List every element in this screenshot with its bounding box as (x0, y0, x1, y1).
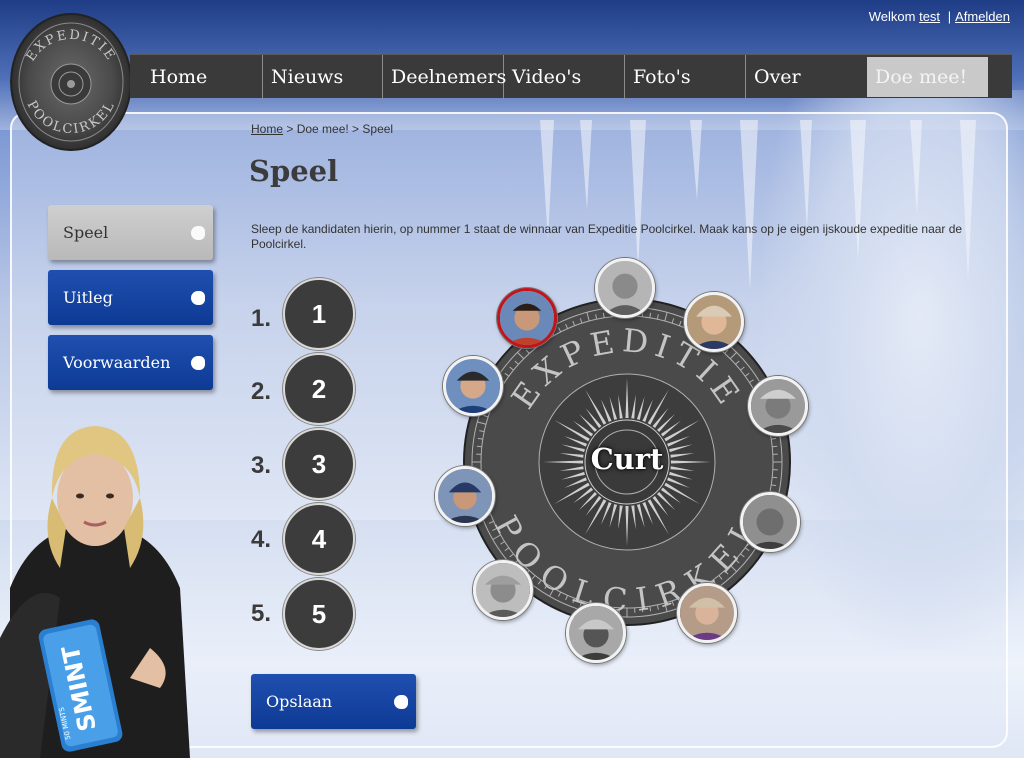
rank-slot-5[interactable]: 5 (283, 578, 355, 650)
page-title: Speel (249, 154, 339, 188)
breadcrumb: Home > Doe mee! > Speel (251, 122, 393, 136)
rank-number-1: 1. (251, 305, 272, 332)
rank-slot-4[interactable]: 4 (283, 503, 355, 575)
side-menu-uitleg-label: Uitleg (63, 288, 113, 307)
arrow-icon (394, 694, 408, 709)
candidate-1[interactable] (595, 258, 655, 318)
save-button-label: Opslaan (266, 692, 333, 711)
arrow-icon (191, 355, 205, 370)
username-link[interactable]: test (919, 9, 940, 24)
save-button[interactable]: Opslaan (251, 674, 416, 729)
logout-link[interactable]: Afmelden (955, 9, 1010, 24)
breadcrumb-trail: > Doe mee! > Speel (283, 122, 394, 136)
candidate-7[interactable] (473, 560, 533, 620)
main-nav: Home Nieuws Deelnemers Video's Foto's Ov… (130, 54, 1012, 99)
candidate-6[interactable] (566, 603, 626, 663)
rank-number-3: 3. (251, 452, 272, 479)
nav-videos[interactable]: Video's (504, 55, 625, 99)
expeditie-poolcirkel-logo[interactable]: EXPEDITIE POOLCIRKEL (10, 12, 132, 152)
rank-number-4: 4. (251, 526, 272, 553)
rank-slot-3[interactable]: 3 (283, 428, 355, 500)
smint-promo-image: SMINT 50 MINTS (0, 426, 190, 758)
rank-number-5: 5. (251, 600, 272, 627)
user-bar-separator: | (947, 9, 952, 24)
nav-nieuws[interactable]: Nieuws (263, 55, 383, 99)
side-menu-voorwaarden[interactable]: Voorwaarden (48, 335, 213, 390)
side-menu-speel[interactable]: Speel (48, 205, 213, 260)
nav-home[interactable]: Home (130, 55, 263, 99)
rank-number-2: 2. (251, 378, 272, 405)
nav-deelnemers[interactable]: Deelnemers (383, 55, 506, 99)
candidate-curt[interactable] (497, 288, 557, 348)
selected-candidate-name: Curt (590, 442, 664, 476)
side-menu-speel-label: Speel (63, 223, 109, 242)
candidate-2[interactable] (684, 292, 744, 352)
nav-over[interactable]: Over (746, 55, 867, 99)
nav-doe-mee[interactable]: Doe mee! (867, 57, 988, 97)
side-menu-uitleg[interactable]: Uitleg (48, 270, 213, 325)
arrow-icon (191, 225, 205, 240)
nav-fotos[interactable]: Foto's (625, 55, 746, 99)
intro-text: Sleep de kandidaten hierin, op nummer 1 … (251, 222, 963, 251)
breadcrumb-home-link[interactable]: Home (251, 122, 283, 136)
candidate-3[interactable] (748, 376, 808, 436)
candidate-4[interactable] (740, 492, 800, 552)
user-bar: Welkom test | Afmelden (869, 9, 1010, 24)
arrow-icon (191, 290, 205, 305)
candidate-9[interactable] (443, 356, 503, 416)
side-menu-voorwaarden-label: Voorwaarden (63, 353, 171, 372)
candidate-8[interactable] (435, 466, 495, 526)
welcome-text: Welkom (868, 9, 916, 24)
rank-slot-2[interactable]: 2 (283, 353, 355, 425)
candidate-5[interactable] (677, 583, 737, 643)
rank-slot-1[interactable]: 1 (283, 278, 355, 350)
